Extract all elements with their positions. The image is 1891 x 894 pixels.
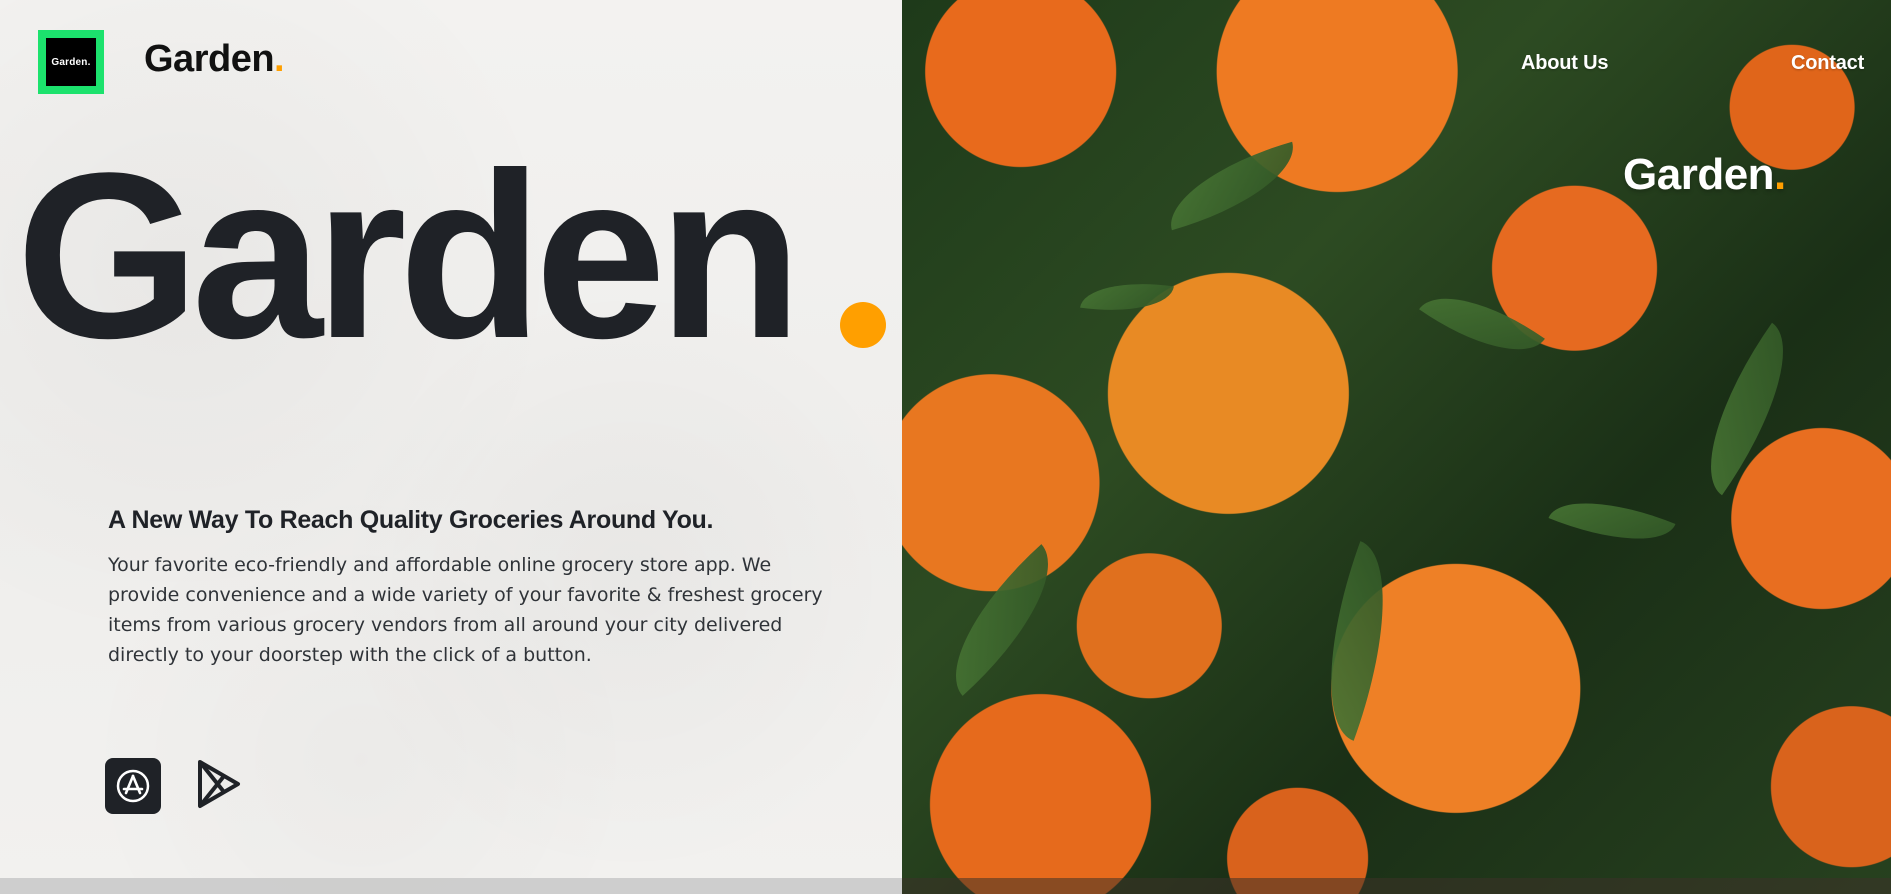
leaf-decoration [1548, 479, 1676, 563]
app-store-icon [116, 769, 150, 803]
right-brand-text: Garden [1623, 150, 1775, 199]
leaf-decoration [1080, 273, 1174, 321]
landing-page: Garden. Garden. Garden A New Way To Reac… [0, 0, 1891, 894]
leaf-decoration [1419, 269, 1545, 379]
hero-title: Garden [16, 124, 802, 388]
hero-orange-dot [840, 302, 886, 348]
leaf-decoration [922, 544, 1082, 696]
right-brand: Garden. [1623, 150, 1786, 200]
left-panel: Garden. Garden. Garden A New Way To Reac… [0, 0, 902, 894]
orange-tree-image [902, 0, 1891, 894]
logo-badge: Garden. [46, 38, 96, 86]
bottom-strip [902, 878, 1891, 894]
google-play-icon [198, 760, 240, 808]
leaf-decoration [1157, 141, 1307, 231]
brand-name[interactable]: Garden. [144, 38, 285, 81]
leaf-decoration [1295, 541, 1419, 741]
app-store-button[interactable] [105, 758, 161, 814]
hero-tagline: A New Way To Reach Quality Groceries Aro… [108, 506, 714, 534]
nav-about-us[interactable]: About Us [1521, 52, 1608, 75]
google-play-button[interactable] [190, 756, 246, 812]
brand-dot: . [274, 38, 285, 80]
nav-contact[interactable]: Contact [1791, 52, 1864, 75]
right-brand-dot: . [1774, 150, 1786, 199]
leaf-decoration [1674, 322, 1820, 496]
brand-text: Garden [144, 38, 275, 80]
logo-link[interactable]: Garden. [38, 30, 104, 94]
hero-description: Your favorite eco-friendly and affordabl… [108, 554, 823, 666]
